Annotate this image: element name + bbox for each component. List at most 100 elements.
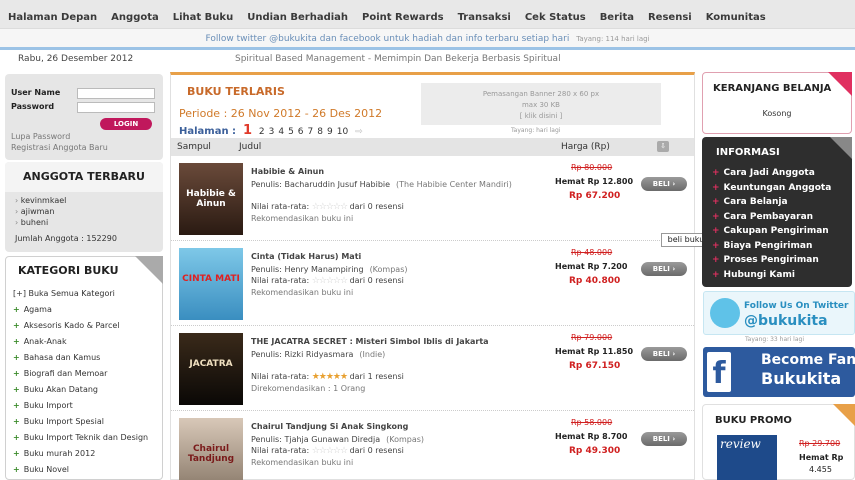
category-item[interactable]: + Buku Import Teknik dan Design (13, 433, 148, 442)
recommend-link[interactable]: Rekomendasikan buku ini (251, 288, 353, 297)
follow-text[interactable]: Follow twitter @bukukita dan facebook un… (205, 34, 569, 44)
star-rating-icon[interactable]: ★★★★★ (312, 372, 348, 382)
twitter-follow-banner[interactable]: Follow Us On Twitter @bukukita (703, 291, 855, 335)
category-item[interactable]: + Biografi dan Memoar (13, 369, 107, 378)
plus-icon: + (712, 211, 720, 222)
page-link[interactable]: 3 (269, 127, 275, 137)
book-author-name[interactable]: Penulis: Tjahja Gunawan Diredja (251, 435, 380, 444)
old-price: Rp 80.000 (571, 163, 613, 172)
category-item[interactable]: + Aksesoris Kado & Parcel (13, 321, 120, 330)
open-all-categories-link[interactable]: [+] Buka Semua Kategori (13, 289, 115, 298)
category-label: Buku Import Teknik dan Design (23, 433, 149, 442)
book-title[interactable]: Habibie & Ainun (251, 167, 324, 176)
nav-item[interactable]: Berita (600, 12, 634, 23)
login-button[interactable]: LOGIN (100, 118, 152, 130)
book-author-name[interactable]: Penulis: Bacharuddin Jusuf Habibie (251, 180, 390, 189)
category-item[interactable]: + Buku Import Spesial (13, 417, 104, 426)
info-item[interactable]: + Cara Belanja (712, 197, 788, 207)
nav-item[interactable]: Anggota (111, 12, 159, 23)
plus-icon: + (712, 182, 720, 193)
star-empty-icon[interactable]: ☆☆☆☆☆ (312, 446, 348, 456)
corner-fold (833, 404, 855, 426)
book-cover[interactable]: Habibie & Ainun (179, 163, 243, 235)
rating-count: dari 0 resensi (349, 446, 404, 455)
book-cover[interactable]: CINTA MATI (179, 248, 243, 320)
register-link[interactable]: Registrasi Anggota Baru (11, 143, 108, 152)
page-link[interactable]: 7 (308, 127, 314, 137)
banner-link[interactable]: [ klik disini ] (421, 111, 661, 122)
username-input[interactable] (77, 88, 155, 99)
buy-button[interactable]: BELI › (641, 432, 687, 446)
recommend-link[interactable]: Rekomendasikan buku ini (251, 214, 353, 223)
next-arrow-icon[interactable]: ⇨ (355, 127, 363, 137)
category-label: Buku Novel (23, 465, 70, 474)
nav-item[interactable]: Undian Berhadiah (247, 12, 348, 23)
book-title[interactable]: Cinta (Tidak Harus) Mati (251, 252, 361, 261)
download-icon[interactable]: ⇩ (657, 141, 669, 152)
page-link[interactable]: 4 (278, 127, 284, 137)
page-link[interactable]: 8 (317, 127, 323, 137)
col-price: Harga (Rp) (561, 142, 610, 152)
page-link[interactable]: 2 (259, 127, 265, 137)
nav-item[interactable]: Komunitas (706, 12, 766, 23)
book-row: Habibie & Ainun Habibie & Ainun Penulis: B… (171, 157, 694, 241)
info-label: Cakupan Pengiriman (723, 226, 829, 236)
page-link[interactable]: 9 (327, 127, 333, 137)
book-cover[interactable]: JACATRA (179, 333, 243, 405)
page-link[interactable]: 5 (288, 127, 294, 137)
star-empty-icon[interactable]: ☆☆☆☆☆ (312, 276, 348, 286)
bestseller-panel: BUKU TERLARIS Periode : 26 Nov 2012 - 26… (170, 72, 695, 480)
info-item[interactable]: + Hubungi Kami (712, 270, 795, 280)
info-item[interactable]: + Keuntungan Anggota (712, 183, 831, 193)
recommend-link[interactable]: Direkomendasikan : 1 Orang (251, 384, 365, 393)
info-item[interactable]: + Cara Jadi Anggota (712, 168, 815, 178)
nav-item[interactable]: Point Rewards (362, 12, 444, 23)
slogan-text[interactable]: Spiritual Based Management - Memimpin Da… (235, 50, 561, 68)
nav-item[interactable]: Transaksi (458, 12, 511, 23)
buy-button[interactable]: BELI › (641, 177, 687, 191)
book-publisher: (Kompas) (386, 435, 425, 444)
info-box: INFORMASI + Cara Jadi Anggota + Keuntungan … (702, 137, 852, 287)
info-item[interactable]: + Cakupan Pengiriman (712, 226, 829, 236)
buy-label: BELI (652, 435, 670, 443)
info-item[interactable]: + Proses Pengiriman (712, 255, 819, 265)
plus-icon: + (13, 449, 20, 458)
category-item[interactable]: + Agama (13, 305, 52, 314)
category-item[interactable]: + Buku Import (13, 401, 73, 410)
nav-item[interactable]: Resensi (648, 12, 692, 23)
info-item[interactable]: + Biaya Pengiriman (712, 241, 812, 251)
category-item[interactable]: + Bahasa dan Kamus (13, 353, 100, 362)
old-price: Rp 58.000 (571, 418, 613, 427)
promo-book-cover[interactable]: review (717, 435, 777, 480)
promo-saving: Hemat Rp (799, 453, 844, 462)
book-cover[interactable]: Chairul Tandjung (179, 418, 243, 480)
category-item[interactable]: + Anak-Anak (13, 337, 67, 346)
recommend-link[interactable]: Rekomendasikan buku ini (251, 458, 353, 467)
info-label: Cara Pembayaran (723, 211, 814, 222)
page-link[interactable]: 10 (337, 127, 348, 137)
nav-item[interactable]: Lihat Buku (173, 12, 233, 23)
category-item[interactable]: + Buku Novel (13, 465, 69, 474)
page-link[interactable]: 6 (298, 127, 304, 137)
ad-banner[interactable]: Pemasangan Banner 280 x 60 px max 30 KB … (421, 83, 661, 125)
member-name[interactable]: ajiwman (15, 207, 55, 216)
password-input[interactable] (77, 102, 155, 113)
member-name[interactable]: buheni (15, 218, 48, 227)
category-item[interactable]: + Buku murah 2012 (13, 449, 95, 458)
info-item[interactable]: + Cara Pembayaran (712, 212, 813, 222)
member-name[interactable]: kevinmkael (15, 196, 67, 205)
book-title[interactable]: THE JACATRA SECRET : Misteri Simbol Ibli… (251, 337, 489, 346)
plus-icon: + (13, 321, 20, 330)
book-author-name[interactable]: Penulis: Henry Manampiring (251, 265, 364, 274)
forgot-password-link[interactable]: Lupa Password (11, 132, 70, 141)
book-title[interactable]: Chairul Tandjung Si Anak Singkong (251, 422, 408, 431)
nav-item[interactable]: Halaman Depan (8, 12, 97, 23)
star-empty-icon[interactable]: ☆☆☆☆☆ (312, 202, 348, 212)
category-item[interactable]: + Buku Akan Datang (13, 385, 98, 394)
login-box: User Name Password LOGIN Lupa Password R… (5, 74, 163, 160)
nav-item[interactable]: Cek Status (525, 12, 586, 23)
facebook-fan-banner[interactable]: f Become Fan Bukukita (703, 347, 855, 397)
buy-button[interactable]: BELI › (641, 262, 687, 276)
buy-button[interactable]: BELI › (641, 347, 687, 361)
book-author-name[interactable]: Penulis: Rizki Ridyasmara (251, 350, 353, 359)
